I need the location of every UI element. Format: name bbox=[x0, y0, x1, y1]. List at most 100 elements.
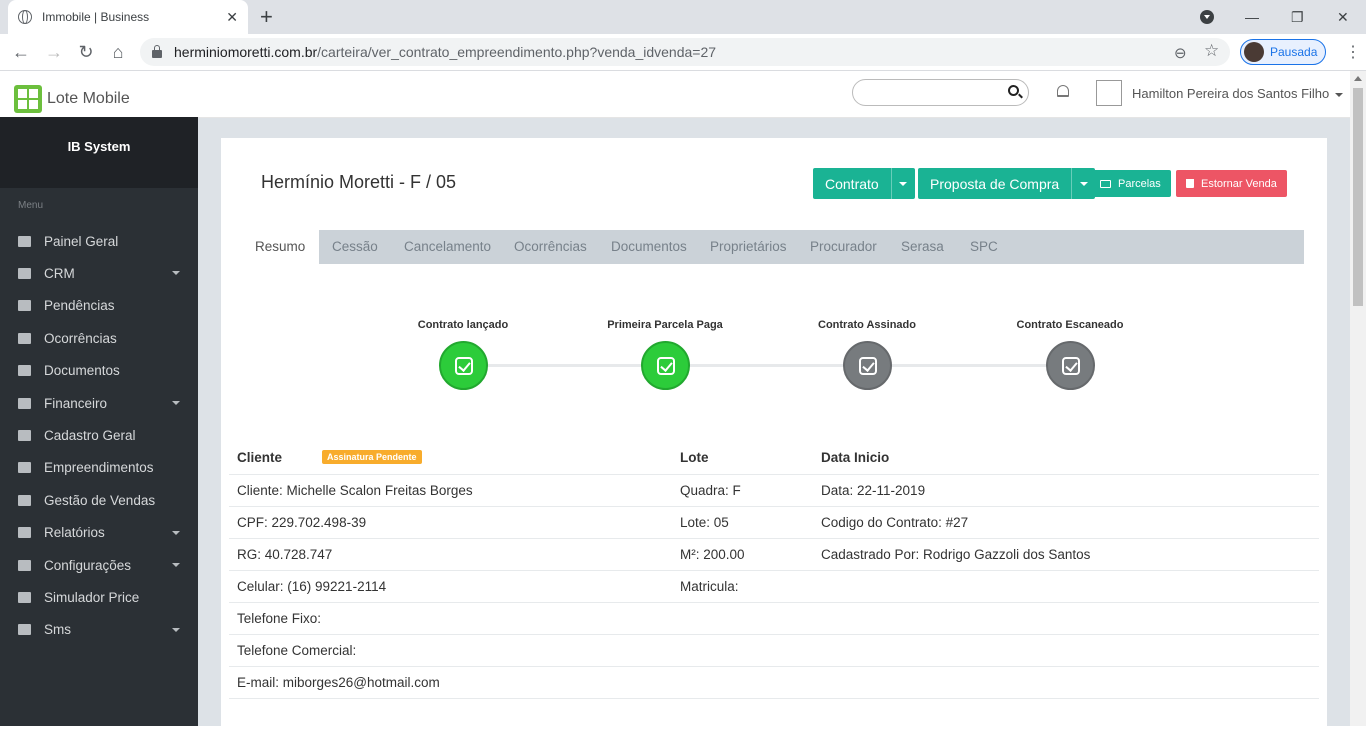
estornar-venda-button[interactable]: Estornar Venda bbox=[1176, 170, 1287, 197]
table-cell: Cadastrado Por: Rodrigo Gazzoli dos Sant… bbox=[821, 547, 1091, 562]
table-row: RG: 40.728.747 M²: 200.00 Cadastrado Por: … bbox=[229, 539, 1319, 571]
sidebar-item[interactable]: Relatórios bbox=[0, 517, 198, 549]
tab-item[interactable]: Serasa bbox=[901, 230, 944, 264]
check-icon bbox=[858, 356, 877, 375]
sidebar-item[interactable]: Painel Geral bbox=[0, 225, 198, 257]
progress-line bbox=[463, 364, 1070, 367]
money-icon bbox=[18, 397, 31, 409]
sidebar-item[interactable]: Financeiro bbox=[0, 387, 198, 419]
contrato-dropdown-toggle[interactable] bbox=[890, 168, 915, 199]
check-icon bbox=[454, 356, 473, 375]
building-icon bbox=[18, 462, 31, 474]
sidebar-item[interactable]: CRM bbox=[0, 257, 198, 289]
sidebar-item-label: Cadastro Geral bbox=[44, 428, 136, 444]
sidebar-item-label: Relatórios bbox=[44, 525, 105, 541]
sidebar-item-label: Documentos bbox=[44, 363, 120, 379]
users-icon bbox=[18, 430, 31, 442]
tab-item[interactable]: Proprietários bbox=[710, 230, 787, 264]
table-cell: Celular: (16) 99221-2114 bbox=[237, 579, 387, 594]
tab-item[interactable]: Ocorrências bbox=[514, 230, 587, 264]
forward-icon[interactable]: → bbox=[42, 40, 66, 64]
contrato-button[interactable]: Contrato bbox=[813, 176, 891, 192]
sidebar-item[interactable]: Sms bbox=[0, 614, 198, 646]
money-icon bbox=[1100, 179, 1111, 188]
sidebar-item[interactable]: Ocorrências bbox=[0, 322, 198, 354]
user-menu[interactable]: Hamilton Pereira dos Santos Filho bbox=[1132, 86, 1344, 101]
logo-icon bbox=[14, 85, 42, 113]
sidebar-item[interactable]: Cadastro Geral bbox=[0, 419, 198, 451]
calculator-icon bbox=[18, 591, 31, 603]
step-label: Contrato Escaneado bbox=[1016, 319, 1124, 331]
check-icon bbox=[1061, 356, 1080, 375]
tab-item[interactable]: SPC bbox=[970, 230, 998, 264]
search-icon[interactable] bbox=[1008, 85, 1019, 96]
tab-search-icon[interactable] bbox=[1200, 10, 1214, 24]
bookmark-star-icon[interactable]: ☆ bbox=[1204, 41, 1219, 61]
home-icon[interactable]: ⌂ bbox=[106, 40, 130, 64]
chevron-down-icon bbox=[172, 400, 180, 405]
sidebar-item-label: Ocorrências bbox=[44, 330, 117, 346]
table-cell: CPF: 229.702.498-39 bbox=[237, 515, 367, 530]
search-input[interactable] bbox=[852, 79, 1029, 106]
table-cell: Telefone Comercial: bbox=[237, 643, 357, 658]
pdf-icon bbox=[18, 527, 31, 539]
bell-icon[interactable] bbox=[1057, 85, 1069, 97]
page-scrollbar[interactable] bbox=[1350, 71, 1366, 726]
sidebar-item-label: Painel Geral bbox=[44, 233, 119, 249]
table-cell: Data: 22-11-2019 bbox=[821, 483, 926, 498]
header-lote: Lote bbox=[680, 450, 709, 465]
browser-tab[interactable]: Immobile | Business ✕ bbox=[8, 0, 248, 34]
minimize-icon[interactable]: — bbox=[1245, 0, 1259, 34]
header-cliente: Cliente bbox=[237, 450, 283, 465]
tabs-bar: Resumo Cessão Cancelamento Ocorrências Docum… bbox=[241, 230, 1304, 264]
avatar bbox=[1244, 42, 1264, 62]
gear-icon bbox=[18, 559, 31, 571]
sidebar-item-label: Financeiro bbox=[44, 395, 108, 411]
url-path: /carteira/ver_contrato_empreendimento.ph… bbox=[317, 44, 717, 60]
tab-title: Immobile | Business bbox=[42, 10, 150, 24]
table-cell: Telefone Fixo: bbox=[237, 611, 322, 626]
list-icon bbox=[18, 268, 31, 280]
sidebar-item[interactable]: Gestão de Vendas bbox=[0, 484, 198, 516]
profile-button[interactable]: Pausada bbox=[1240, 39, 1326, 65]
tab-item[interactable]: Procurador bbox=[810, 230, 877, 264]
chevron-down-icon bbox=[172, 562, 180, 567]
tab-item[interactable]: Cancelamento bbox=[404, 230, 491, 264]
restore-icon[interactable]: ❐ bbox=[1291, 0, 1304, 34]
tab-item[interactable]: Documentos bbox=[611, 230, 687, 264]
close-window-icon[interactable]: ✕ bbox=[1337, 0, 1349, 34]
list-icon bbox=[18, 494, 31, 506]
tab-item[interactable]: Cessão bbox=[332, 230, 378, 264]
step-status bbox=[1046, 341, 1095, 390]
sidebar-item[interactable]: Simulador Price bbox=[0, 581, 198, 613]
status-badge: Assinatura Pendente bbox=[322, 450, 422, 464]
sidebar-item[interactable]: Documentos bbox=[0, 355, 198, 387]
sidebar-item[interactable]: Pendências bbox=[0, 290, 198, 322]
header-data-inicio: Data Inicio bbox=[821, 450, 890, 465]
browser-menu-icon[interactable]: ⋮ bbox=[1345, 42, 1361, 62]
browser-tab-bar: Immobile | Business ✕ + — ❐ ✕ bbox=[0, 0, 1366, 34]
scroll-up-icon[interactable] bbox=[1354, 76, 1362, 81]
sidebar-item[interactable]: Configurações bbox=[0, 549, 198, 581]
reload-icon[interactable]: ↻ bbox=[74, 40, 98, 64]
proposta-button[interactable]: Proposta de Compra bbox=[918, 176, 1071, 192]
table-row: CPF: 229.702.498-39 Lote: 05 Codigo do Con… bbox=[229, 507, 1319, 539]
sidebar-item[interactable]: Empreendimentos bbox=[0, 452, 198, 484]
table-cell: Quadra: F bbox=[680, 483, 741, 498]
warning-icon bbox=[18, 332, 31, 344]
url-input[interactable]: herminiomoretti.com.br/carteira/ver_cont… bbox=[140, 38, 1230, 66]
back-icon[interactable]: ← bbox=[9, 40, 33, 64]
sidebar-item-label: Empreendimentos bbox=[44, 460, 154, 476]
table-row: Celular: (16) 99221-2114 Matricula: bbox=[229, 571, 1319, 603]
user-avatar[interactable] bbox=[1096, 80, 1122, 106]
zoom-icon[interactable]: ⊖ bbox=[1174, 44, 1187, 62]
chevron-down-icon bbox=[172, 271, 180, 276]
caret-down-icon bbox=[899, 181, 908, 186]
tab-item[interactable]: Resumo bbox=[241, 230, 320, 264]
scrollbar-thumb[interactable] bbox=[1353, 88, 1363, 306]
close-tab-icon[interactable]: ✕ bbox=[226, 9, 238, 26]
trash-icon bbox=[1186, 179, 1194, 188]
parcelas-label: Parcelas bbox=[1118, 177, 1161, 190]
new-tab-icon[interactable]: + bbox=[260, 4, 273, 30]
parcelas-button[interactable]: Parcelas bbox=[1090, 170, 1171, 197]
